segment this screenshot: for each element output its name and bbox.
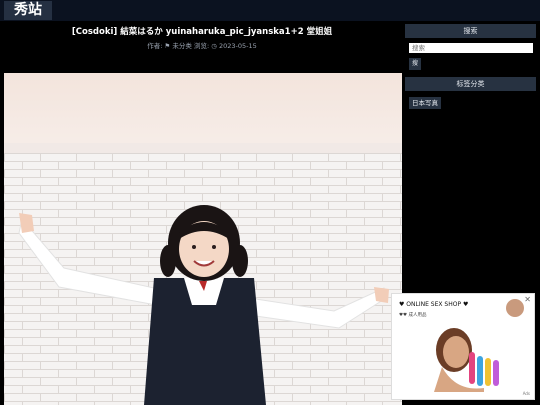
post-photo	[4, 73, 402, 405]
views-label: 浏览:	[193, 42, 210, 50]
ad-banner[interactable]: ♥ ONLINE SEX SHOP ♥ ♥♥ 成人用品 ✕ Ads	[391, 293, 535, 400]
site-title[interactable]: 秀站	[4, 1, 52, 20]
ad-avatar	[506, 299, 524, 317]
category-link[interactable]: 未分类	[172, 42, 192, 50]
search-widget-heading: 搜索	[405, 24, 536, 38]
category-widget-heading: 标签分类	[405, 77, 536, 91]
post-meta: 作者: ⚑ 未分类 浏览: ◷ 2023-05-15	[0, 40, 404, 50]
ad-image	[434, 328, 499, 392]
clock-icon: ◷	[211, 42, 217, 50]
author-label: 作者:	[147, 42, 163, 50]
cosplay-photo	[4, 73, 402, 405]
search-button[interactable]: 搜	[409, 58, 421, 70]
post-date: 2023-05-15	[219, 42, 257, 50]
ad-subtitle: ♥♥ 成人用品	[399, 313, 427, 318]
top-navbar: 秀站	[0, 0, 540, 21]
ad-title: ♥ ONLINE SEX SHOP ♥	[399, 301, 469, 308]
category-item[interactable]: 日本写真	[409, 97, 441, 109]
post-title: [Cosdoki] 結菜はるか yuinaharuka_pic_jyanska1…	[71, 27, 333, 37]
search-input[interactable]	[409, 43, 533, 53]
ad-label: Ads	[522, 391, 530, 396]
close-icon[interactable]: ✕	[524, 295, 531, 304]
bookmark-icon: ⚑	[164, 42, 171, 50]
